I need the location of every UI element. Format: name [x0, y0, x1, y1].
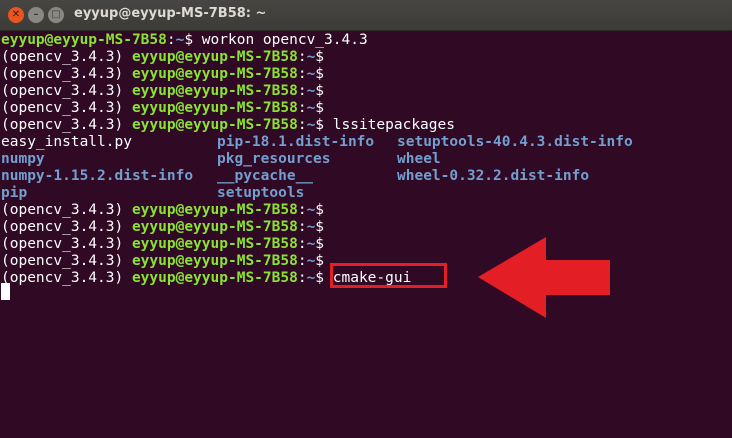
prompt-symbol: $: [184, 32, 194, 48]
prompt-separator: :: [297, 253, 307, 269]
prompt-separator: :: [297, 100, 307, 116]
listing-dir: pkg_resources: [217, 151, 331, 167]
prompt-path: ~: [306, 236, 316, 252]
listing-dir: numpy: [1, 151, 45, 167]
prompt-separator: :: [297, 236, 307, 252]
prompt-env: (opencv_3.4.3): [1, 202, 132, 218]
prompt-user-host: eyyup@eyyup-MS-7B58: [131, 100, 298, 116]
prompt-separator: :: [297, 49, 307, 65]
terminal-line: (opencv_3.4.3) eyyup@eyyup-MS-7B58:~$ ls…: [1, 117, 455, 134]
command-text: lssitepackages: [324, 117, 455, 133]
prompt-separator: :: [297, 202, 307, 218]
title-bar[interactable]: ✕ – □ eyyup@eyyup-MS-7B58: ~: [0, 0, 732, 31]
minimize-icon: –: [33, 9, 39, 20]
prompt-symbol: $: [315, 66, 325, 82]
text-cursor: [1, 283, 10, 300]
prompt-env: (opencv_3.4.3): [1, 253, 132, 269]
prompt-user-host: eyyup@eyyup-MS-7B58: [131, 66, 298, 82]
terminal-line: (opencv_3.4.3) eyyup@eyyup-MS-7B58:~$: [1, 253, 324, 270]
close-button[interactable]: ✕: [8, 7, 24, 23]
prompt-env: (opencv_3.4.3): [1, 66, 132, 82]
prompt-user-host: eyyup@eyyup-MS-7B58: [131, 236, 298, 252]
listing-dir: wheel: [397, 151, 441, 167]
prompt-path: ~: [306, 270, 316, 286]
prompt-user-host: eyyup@eyyup-MS-7B58: [131, 219, 298, 235]
prompt-user-host: eyyup@eyyup-MS-7B58: [131, 49, 298, 65]
close-icon: ✕: [11, 9, 21, 20]
listing-dir: setuptools-40.4.3.dist-info: [397, 134, 633, 150]
prompt-user-host: eyyup@eyyup-MS-7B58: [1, 32, 167, 48]
highlight-box: [330, 263, 447, 288]
terminal-line: (opencv_3.4.3) eyyup@eyyup-MS-7B58:~$: [1, 83, 324, 100]
prompt-user-host: eyyup@eyyup-MS-7B58: [131, 117, 298, 133]
prompt-user-host: eyyup@eyyup-MS-7B58: [131, 202, 298, 218]
command-text: workon opencv_3.4.3: [193, 32, 368, 48]
prompt-user-host: eyyup@eyyup-MS-7B58: [131, 83, 298, 99]
prompt-path: ~: [306, 100, 316, 116]
prompt-env: (opencv_3.4.3): [1, 117, 132, 133]
listing-dir: numpy-1.15.2.dist-info: [1, 168, 194, 184]
prompt-symbol: $: [315, 202, 325, 218]
terminal-line: eyyup@eyyup-MS-7B58:~$ workon opencv_3.4…: [1, 32, 368, 49]
terminal-window: ✕ – □ eyyup@eyyup-MS-7B58: ~ eyyup@eyyup…: [0, 0, 732, 438]
prompt-symbol: $: [315, 49, 325, 65]
prompt-user-host: eyyup@eyyup-MS-7B58: [131, 270, 298, 286]
prompt-path: ~: [306, 66, 316, 82]
prompt-env: (opencv_3.4.3): [1, 219, 132, 235]
listing-dir: wheel-0.32.2.dist-info: [397, 168, 590, 184]
prompt-path: ~: [306, 49, 316, 65]
listing-dir: pip-18.1.dist-info: [217, 134, 375, 150]
prompt-symbol: $: [315, 270, 325, 286]
prompt-symbol: $: [315, 219, 325, 235]
prompt-env: (opencv_3.4.3): [1, 49, 132, 65]
prompt-separator: :: [297, 219, 307, 235]
minimize-button[interactable]: –: [28, 7, 44, 23]
prompt-env: (opencv_3.4.3): [1, 270, 132, 286]
prompt-separator: :: [166, 32, 176, 48]
prompt-env: (opencv_3.4.3): [1, 100, 132, 116]
prompt-path: ~: [306, 202, 316, 218]
listing-file: easy_install.py: [1, 134, 132, 150]
terminal-line: (opencv_3.4.3) eyyup@eyyup-MS-7B58:~$: [1, 202, 324, 219]
prompt-path: ~: [306, 117, 316, 133]
prompt-symbol: $: [315, 253, 325, 269]
listing-dir: setuptools: [217, 185, 305, 201]
terminal-line: (opencv_3.4.3) eyyup@eyyup-MS-7B58:~$: [1, 49, 324, 66]
prompt-separator: :: [297, 270, 307, 286]
prompt-symbol: $: [315, 236, 325, 252]
window-title: eyyup@eyyup-MS-7B58: ~: [74, 6, 267, 21]
prompt-path: ~: [306, 253, 316, 269]
prompt-path: ~: [306, 83, 316, 99]
terminal-line: (opencv_3.4.3) eyyup@eyyup-MS-7B58:~$: [1, 219, 324, 236]
prompt-separator: :: [297, 66, 307, 82]
prompt-user-host: eyyup@eyyup-MS-7B58: [131, 253, 298, 269]
terminal-line: (opencv_3.4.3) eyyup@eyyup-MS-7B58:~$: [1, 66, 324, 83]
prompt-symbol: $: [315, 117, 325, 133]
prompt-env: (opencv_3.4.3): [1, 236, 132, 252]
prompt-symbol: $: [315, 83, 325, 99]
maximize-button[interactable]: □: [48, 7, 64, 23]
prompt-symbol: $: [315, 100, 325, 116]
maximize-icon: □: [51, 9, 61, 20]
terminal-line: (opencv_3.4.3) eyyup@eyyup-MS-7B58:~$: [1, 236, 324, 253]
prompt-separator: :: [297, 83, 307, 99]
terminal-line: (opencv_3.4.3) eyyup@eyyup-MS-7B58:~$: [1, 100, 324, 117]
listing-dir: pip: [1, 185, 28, 201]
prompt-env: (opencv_3.4.3): [1, 83, 132, 99]
terminal-output[interactable]: eyyup@eyyup-MS-7B58:~$ workon opencv_3.4…: [0, 30, 732, 438]
prompt-separator: :: [297, 117, 307, 133]
listing-dir: __pycache__: [217, 168, 314, 184]
prompt-path: ~: [306, 219, 316, 235]
